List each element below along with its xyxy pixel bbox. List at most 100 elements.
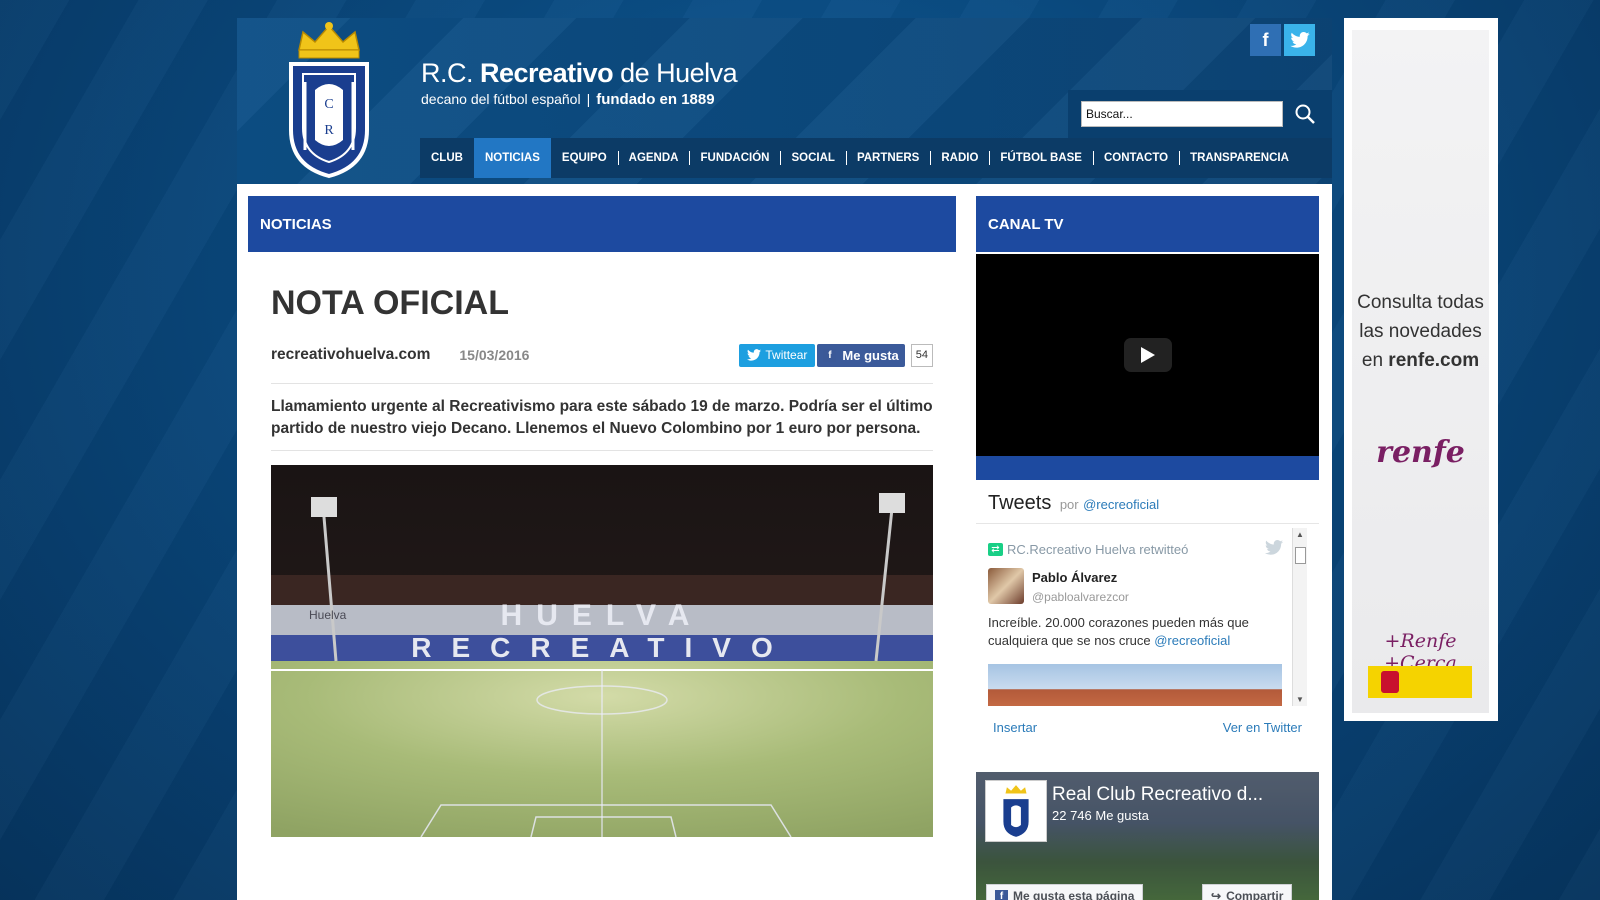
- nav-item-partners[interactable]: PARTNERS: [845, 138, 930, 178]
- tweets-title: Tweets: [988, 492, 1052, 514]
- nav-item-transparencia[interactable]: TRANSPARENCIA: [1179, 138, 1300, 178]
- nav-item-fútbol-base[interactable]: FÚTBOL BASE: [989, 138, 1093, 178]
- nav-item-social[interactable]: SOCIAL: [780, 138, 845, 178]
- svg-text:R: R: [324, 123, 334, 138]
- section-title-noticias: NOTICIAS: [248, 196, 956, 252]
- brand-suffix: de Huelva: [620, 58, 738, 88]
- nav-item-fundación[interactable]: FUNDACIÓN: [689, 138, 780, 178]
- twitter-bird-icon[interactable]: [1265, 540, 1283, 560]
- video-caption-bar: [976, 456, 1319, 480]
- view-on-twitter-link[interactable]: Ver en Twitter: [1223, 720, 1302, 735]
- video-player[interactable]: [976, 254, 1319, 456]
- facebook-icon: f: [823, 348, 837, 362]
- fb-share-button[interactable]: ↪ Compartir: [1202, 884, 1293, 900]
- avatar[interactable]: [988, 568, 1024, 604]
- site-header: C R R.C. Recreativo de Huelva decano del…: [237, 18, 1332, 184]
- nav-item-equipo[interactable]: EQUIPO: [551, 138, 618, 178]
- tweet-button[interactable]: Twittear: [739, 343, 816, 367]
- search-input[interactable]: [1081, 101, 1283, 127]
- fb-share-label: Compartir: [1226, 889, 1284, 900]
- brand-title[interactable]: R.C. Recreativo de Huelva: [421, 58, 738, 89]
- nav-item-noticias[interactable]: NOTICIAS: [473, 138, 551, 178]
- tweet-text: Increíble. 20.000 corazones pueden más q…: [988, 614, 1283, 650]
- twitter-icon[interactable]: [1284, 24, 1315, 56]
- tweet-author-handle[interactable]: @pabloalvarezcor: [1032, 590, 1129, 604]
- twitter-icon: [747, 349, 762, 361]
- spain-crest-icon: [1381, 671, 1399, 693]
- fb-like-page-button[interactable]: f Me gusta esta página: [986, 884, 1144, 900]
- ad-line-2: las novedades: [1359, 321, 1482, 342]
- divider: [271, 450, 933, 451]
- facebook-icon[interactable]: f: [1250, 24, 1281, 56]
- main-nav: CLUB NOTICIAS EQUIPO AGENDA FUNDACIÓN SOCIAL P…: [420, 138, 1332, 178]
- article-meta: recreativohuelva.com 15/03/2016 Twittear…: [271, 343, 933, 367]
- twitter-timeline: Tweets por @recreoficial ⇄ RC.Recreativo…: [976, 480, 1319, 752]
- tweet-author-name[interactable]: Pablo Álvarez: [1032, 570, 1117, 585]
- ad-line-3: en renfe.com: [1352, 346, 1489, 375]
- fb-like-label: Me gusta: [842, 347, 899, 363]
- brand: R.C. Recreativo de Huelva decano del fút…: [421, 58, 738, 108]
- fb-page-logo[interactable]: [985, 780, 1047, 842]
- ad-line-1: Consulta todas: [1357, 292, 1484, 313]
- fb-page-name[interactable]: Real Club Recreativo d...: [1052, 784, 1263, 806]
- fb-like-page-label: Me gusta esta página: [1013, 889, 1135, 900]
- facebook-icon: f: [995, 889, 1008, 900]
- stadium-photo: HUELVA RECREATIVO Huelva: [271, 465, 933, 837]
- ad-banner: Consulta todas las novedades en renfe.co…: [1352, 30, 1489, 713]
- tweets-footer: Insertar Ver en Twitter: [976, 720, 1319, 735]
- government-logo: [1368, 666, 1472, 698]
- social-links: f: [1250, 24, 1315, 56]
- brand-tagline: decano del fútbol español | fundado en 188…: [421, 91, 737, 108]
- section-title-canal-tv: CANAL TV: [976, 196, 1319, 252]
- article-title: NOTA OFICIAL: [271, 284, 509, 322]
- facebook-page-widget[interactable]: Real Club Recreativo d... 22 746 Me gust…: [976, 772, 1319, 900]
- tweet-button-label: Twittear: [765, 348, 808, 362]
- main-content: NOTICIAS NOTA OFICIAL recreativohuelva.c…: [237, 184, 1332, 900]
- nav-item-radio[interactable]: RADIO: [930, 138, 989, 178]
- tweet-media-image[interactable]: [988, 664, 1282, 706]
- tweets-by: por: [1059, 497, 1079, 512]
- svg-text:C: C: [324, 97, 333, 112]
- scroll-up-icon[interactable]: ▲: [1296, 530, 1304, 539]
- nav-item-agenda[interactable]: AGENDA: [617, 138, 690, 178]
- embed-link[interactable]: Insertar: [993, 720, 1037, 735]
- retweet-text: RC.Recreativo Huelva retwitteó: [1007, 542, 1189, 557]
- share-buttons: Twittear f Me gusta 54: [739, 343, 933, 367]
- renfe-logo: renfe: [1376, 435, 1465, 470]
- share-icon: ↪: [1211, 889, 1222, 900]
- founded-text: fundado en 1889: [596, 91, 715, 108]
- nav-item-club[interactable]: CLUB: [420, 138, 474, 178]
- brand-main: Recreativo: [480, 58, 614, 88]
- search-icon[interactable]: [1293, 102, 1317, 126]
- retweet-label: ⇄ RC.Recreativo Huelva retwitteó: [988, 542, 1188, 557]
- fb-page-likes: 22 746 Me gusta: [1052, 808, 1149, 823]
- fb-like-button[interactable]: f Me gusta: [817, 343, 905, 367]
- scroll-down-icon[interactable]: ▼: [1296, 695, 1304, 704]
- article-lead: Llamamiento urgente al Recreativismo par…: [271, 398, 933, 437]
- stadium-text-bottom: RECREATIVO: [411, 632, 793, 663]
- article-date: 15/03/2016: [459, 347, 530, 363]
- nav-item-contacto[interactable]: CONTACTO: [1092, 138, 1179, 178]
- stadium-text-top: HUELVA: [501, 599, 704, 632]
- tagline-text: decano del fútbol español: [421, 91, 581, 107]
- tweet-mention-link[interactable]: @recreoficial: [1154, 633, 1230, 648]
- article-source: recreativohuelva.com: [271, 346, 431, 363]
- scroll-thumb[interactable]: [1295, 547, 1306, 564]
- retweet-icon: ⇄: [988, 543, 1003, 556]
- brand-prefix: R.C.: [421, 58, 474, 88]
- club-crest-logo[interactable]: C R: [281, 20, 377, 180]
- search-bar: [1068, 90, 1332, 144]
- ad-text: Consulta todas las novedades en renfe.co…: [1352, 288, 1489, 375]
- article: NOTA OFICIAL recreativohuelva.com 15/03/…: [271, 284, 933, 837]
- ad-line-3-link: renfe.com: [1388, 350, 1480, 371]
- ad-line-3-prefix: en: [1361, 350, 1384, 371]
- stadium-side-text: Huelva: [309, 608, 347, 622]
- fb-like-count: 54: [910, 343, 933, 367]
- renfe-ad[interactable]: Consulta todas las novedades en renfe.co…: [1344, 18, 1498, 721]
- tweet-scrollbar[interactable]: ▲ ▼: [1292, 528, 1307, 706]
- tweets-handle-link[interactable]: @recreoficial: [1083, 497, 1159, 512]
- tagline-separator: |: [586, 91, 591, 107]
- tweet-feed[interactable]: ⇄ RC.Recreativo Huelva retwitteó Pablo Á…: [976, 528, 1319, 706]
- play-icon[interactable]: [1124, 338, 1172, 372]
- tweets-header: Tweets por @recreoficial: [976, 480, 1319, 524]
